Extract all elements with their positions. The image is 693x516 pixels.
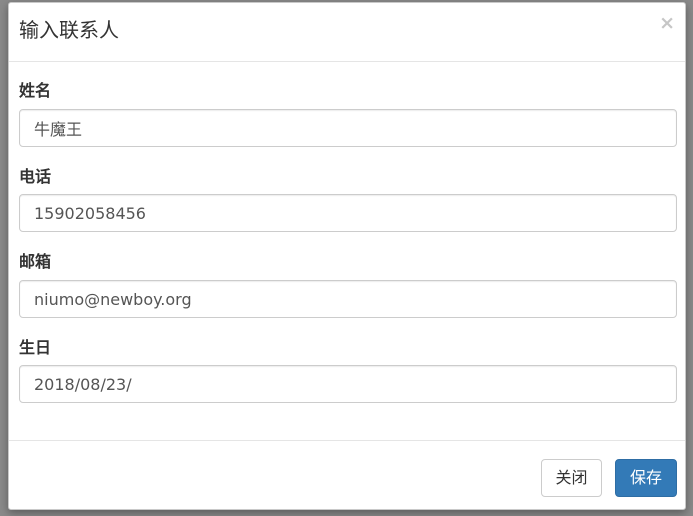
dialog-title: 输入联系人 [19, 18, 119, 42]
close-icon[interactable]: × [659, 13, 675, 33]
dialog-header: 输入联系人 × [9, 3, 685, 62]
name-label: 姓名 [19, 81, 52, 100]
birthday-input[interactable] [19, 365, 677, 403]
contact-dialog: 输入联系人 × 姓名 电话 邮箱 生日 关闭 保存 [8, 2, 686, 510]
save-button[interactable]: 保存 [615, 459, 677, 497]
dialog-footer [9, 440, 685, 441]
phone-input[interactable] [19, 194, 677, 232]
email-label: 邮箱 [19, 252, 52, 271]
birthday-label: 生日 [19, 338, 52, 357]
phone-label: 电话 [19, 167, 52, 186]
name-input[interactable] [19, 109, 677, 147]
email-input[interactable] [19, 280, 677, 318]
close-button[interactable]: 关闭 [541, 459, 602, 497]
